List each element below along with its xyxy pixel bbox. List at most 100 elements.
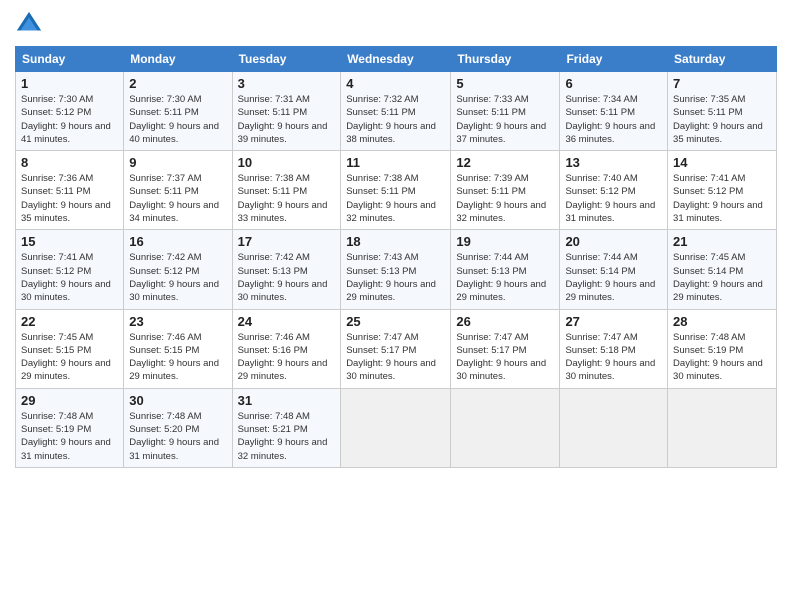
calendar-cell: 31 Sunrise: 7:48 AMSunset: 5:21 PMDaylig… — [232, 388, 341, 467]
calendar-cell: 3 Sunrise: 7:31 AMSunset: 5:11 PMDayligh… — [232, 72, 341, 151]
day-number: 29 — [21, 393, 118, 408]
day-number: 24 — [238, 314, 336, 329]
calendar-cell: 21 Sunrise: 7:45 AMSunset: 5:14 PMDaylig… — [668, 230, 777, 309]
header-wednesday: Wednesday — [341, 47, 451, 72]
calendar-cell: 18 Sunrise: 7:43 AMSunset: 5:13 PMDaylig… — [341, 230, 451, 309]
header-sunday: Sunday — [16, 47, 124, 72]
day-info: Sunrise: 7:38 AMSunset: 5:11 PMDaylight:… — [346, 173, 436, 224]
calendar-header-row: SundayMondayTuesdayWednesdayThursdayFrid… — [16, 47, 777, 72]
day-number: 1 — [21, 76, 118, 91]
day-info: Sunrise: 7:41 AMSunset: 5:12 PMDaylight:… — [21, 252, 111, 303]
day-info: Sunrise: 7:48 AMSunset: 5:20 PMDaylight:… — [129, 411, 219, 462]
calendar-cell — [451, 388, 560, 467]
day-info: Sunrise: 7:45 AMSunset: 5:15 PMDaylight:… — [21, 332, 111, 383]
day-info: Sunrise: 7:48 AMSunset: 5:21 PMDaylight:… — [238, 411, 328, 462]
day-info: Sunrise: 7:44 AMSunset: 5:13 PMDaylight:… — [456, 252, 546, 303]
day-number: 22 — [21, 314, 118, 329]
day-info: Sunrise: 7:41 AMSunset: 5:12 PMDaylight:… — [673, 173, 763, 224]
calendar-cell: 10 Sunrise: 7:38 AMSunset: 5:11 PMDaylig… — [232, 151, 341, 230]
day-info: Sunrise: 7:44 AMSunset: 5:14 PMDaylight:… — [565, 252, 655, 303]
calendar-cell: 13 Sunrise: 7:40 AMSunset: 5:12 PMDaylig… — [560, 151, 668, 230]
day-info: Sunrise: 7:46 AMSunset: 5:16 PMDaylight:… — [238, 332, 328, 383]
header-tuesday: Tuesday — [232, 47, 341, 72]
calendar-cell — [560, 388, 668, 467]
day-info: Sunrise: 7:32 AMSunset: 5:11 PMDaylight:… — [346, 94, 436, 145]
calendar-cell — [668, 388, 777, 467]
day-number: 15 — [21, 234, 118, 249]
calendar-cell: 19 Sunrise: 7:44 AMSunset: 5:13 PMDaylig… — [451, 230, 560, 309]
day-info: Sunrise: 7:33 AMSunset: 5:11 PMDaylight:… — [456, 94, 546, 145]
calendar-cell: 11 Sunrise: 7:38 AMSunset: 5:11 PMDaylig… — [341, 151, 451, 230]
day-number: 20 — [565, 234, 662, 249]
header-friday: Friday — [560, 47, 668, 72]
day-info: Sunrise: 7:47 AMSunset: 5:17 PMDaylight:… — [346, 332, 436, 383]
day-info: Sunrise: 7:37 AMSunset: 5:11 PMDaylight:… — [129, 173, 219, 224]
day-number: 16 — [129, 234, 226, 249]
header-monday: Monday — [124, 47, 232, 72]
calendar-cell: 20 Sunrise: 7:44 AMSunset: 5:14 PMDaylig… — [560, 230, 668, 309]
calendar-cell: 12 Sunrise: 7:39 AMSunset: 5:11 PMDaylig… — [451, 151, 560, 230]
page: SundayMondayTuesdayWednesdayThursdayFrid… — [0, 0, 792, 612]
day-info: Sunrise: 7:36 AMSunset: 5:11 PMDaylight:… — [21, 173, 111, 224]
calendar-cell: 17 Sunrise: 7:42 AMSunset: 5:13 PMDaylig… — [232, 230, 341, 309]
day-info: Sunrise: 7:48 AMSunset: 5:19 PMDaylight:… — [21, 411, 111, 462]
calendar-week-row: 29 Sunrise: 7:48 AMSunset: 5:19 PMDaylig… — [16, 388, 777, 467]
day-info: Sunrise: 7:34 AMSunset: 5:11 PMDaylight:… — [565, 94, 655, 145]
day-info: Sunrise: 7:30 AMSunset: 5:12 PMDaylight:… — [21, 94, 111, 145]
calendar-cell: 1 Sunrise: 7:30 AMSunset: 5:12 PMDayligh… — [16, 72, 124, 151]
day-info: Sunrise: 7:42 AMSunset: 5:13 PMDaylight:… — [238, 252, 328, 303]
day-info: Sunrise: 7:43 AMSunset: 5:13 PMDaylight:… — [346, 252, 436, 303]
calendar-cell: 16 Sunrise: 7:42 AMSunset: 5:12 PMDaylig… — [124, 230, 232, 309]
day-info: Sunrise: 7:40 AMSunset: 5:12 PMDaylight:… — [565, 173, 655, 224]
day-number: 13 — [565, 155, 662, 170]
day-number: 26 — [456, 314, 554, 329]
day-number: 17 — [238, 234, 336, 249]
day-number: 12 — [456, 155, 554, 170]
header — [15, 10, 777, 38]
day-number: 2 — [129, 76, 226, 91]
day-number: 23 — [129, 314, 226, 329]
header-saturday: Saturday — [668, 47, 777, 72]
calendar-cell: 9 Sunrise: 7:37 AMSunset: 5:11 PMDayligh… — [124, 151, 232, 230]
day-number: 14 — [673, 155, 771, 170]
day-info: Sunrise: 7:38 AMSunset: 5:11 PMDaylight:… — [238, 173, 328, 224]
calendar-cell: 4 Sunrise: 7:32 AMSunset: 5:11 PMDayligh… — [341, 72, 451, 151]
header-thursday: Thursday — [451, 47, 560, 72]
calendar-cell: 23 Sunrise: 7:46 AMSunset: 5:15 PMDaylig… — [124, 309, 232, 388]
day-number: 8 — [21, 155, 118, 170]
day-info: Sunrise: 7:35 AMSunset: 5:11 PMDaylight:… — [673, 94, 763, 145]
day-number: 6 — [565, 76, 662, 91]
day-info: Sunrise: 7:47 AMSunset: 5:17 PMDaylight:… — [456, 332, 546, 383]
day-number: 30 — [129, 393, 226, 408]
calendar-cell: 29 Sunrise: 7:48 AMSunset: 5:19 PMDaylig… — [16, 388, 124, 467]
day-number: 11 — [346, 155, 445, 170]
day-info: Sunrise: 7:39 AMSunset: 5:11 PMDaylight:… — [456, 173, 546, 224]
calendar-cell: 15 Sunrise: 7:41 AMSunset: 5:12 PMDaylig… — [16, 230, 124, 309]
day-info: Sunrise: 7:46 AMSunset: 5:15 PMDaylight:… — [129, 332, 219, 383]
calendar-cell: 27 Sunrise: 7:47 AMSunset: 5:18 PMDaylig… — [560, 309, 668, 388]
calendar-cell: 28 Sunrise: 7:48 AMSunset: 5:19 PMDaylig… — [668, 309, 777, 388]
day-number: 21 — [673, 234, 771, 249]
day-info: Sunrise: 7:30 AMSunset: 5:11 PMDaylight:… — [129, 94, 219, 145]
calendar-cell — [341, 388, 451, 467]
day-number: 27 — [565, 314, 662, 329]
day-number: 18 — [346, 234, 445, 249]
calendar-week-row: 22 Sunrise: 7:45 AMSunset: 5:15 PMDaylig… — [16, 309, 777, 388]
day-info: Sunrise: 7:48 AMSunset: 5:19 PMDaylight:… — [673, 332, 763, 383]
day-info: Sunrise: 7:47 AMSunset: 5:18 PMDaylight:… — [565, 332, 655, 383]
day-info: Sunrise: 7:31 AMSunset: 5:11 PMDaylight:… — [238, 94, 328, 145]
day-number: 25 — [346, 314, 445, 329]
day-number: 4 — [346, 76, 445, 91]
calendar-cell: 7 Sunrise: 7:35 AMSunset: 5:11 PMDayligh… — [668, 72, 777, 151]
day-number: 7 — [673, 76, 771, 91]
day-number: 31 — [238, 393, 336, 408]
calendar-week-row: 8 Sunrise: 7:36 AMSunset: 5:11 PMDayligh… — [16, 151, 777, 230]
calendar-cell: 14 Sunrise: 7:41 AMSunset: 5:12 PMDaylig… — [668, 151, 777, 230]
day-info: Sunrise: 7:42 AMSunset: 5:12 PMDaylight:… — [129, 252, 219, 303]
calendar-cell: 25 Sunrise: 7:47 AMSunset: 5:17 PMDaylig… — [341, 309, 451, 388]
day-number: 9 — [129, 155, 226, 170]
calendar-cell: 2 Sunrise: 7:30 AMSunset: 5:11 PMDayligh… — [124, 72, 232, 151]
calendar-table: SundayMondayTuesdayWednesdayThursdayFrid… — [15, 46, 777, 468]
calendar-week-row: 15 Sunrise: 7:41 AMSunset: 5:12 PMDaylig… — [16, 230, 777, 309]
day-number: 10 — [238, 155, 336, 170]
